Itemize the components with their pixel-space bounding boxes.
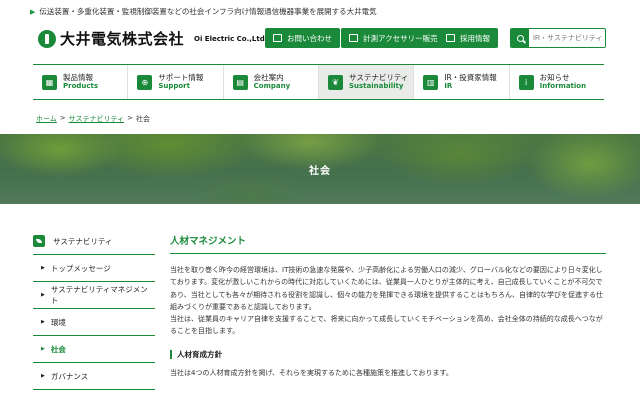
search-icon bbox=[516, 34, 524, 42]
cart-icon bbox=[349, 34, 358, 42]
contact-button[interactable]: お問い合わせ bbox=[265, 28, 340, 48]
nav-item-sustainability[interactable]: ❦ サステナビリティ Sustainability bbox=[318, 65, 415, 99]
sidebar-item-label: ガバナンス bbox=[50, 371, 89, 381]
logo-name-en: Oi Electric Co.,Ltd. bbox=[194, 34, 268, 43]
nav-item-company[interactable]: ▤ 会社案内 Company bbox=[224, 65, 319, 99]
breadcrumb-separator: > bbox=[127, 114, 133, 122]
recruit-button[interactable]: 採用情報 bbox=[438, 28, 498, 48]
body-paragraph: 当社は4つの人材育成方針を掲げ、それらを実現するために各種施策を推進しております… bbox=[170, 369, 453, 378]
triangle-right-icon: ▶ bbox=[41, 373, 45, 379]
nav-label-en: IR bbox=[444, 82, 453, 91]
sidebar-menu: ▶ トップメッセージ ▶ サステナビリティマネジメント ▶ 環境 ▶ 社会 ▶ … bbox=[33, 254, 155, 390]
nav-item-products[interactable]: ▦ 製品情報 Products bbox=[33, 65, 129, 99]
support-icon: ⊕ bbox=[137, 74, 153, 90]
sidebar-item-label: トップメッセージ bbox=[50, 263, 111, 273]
hero-banner: 社会 bbox=[0, 134, 640, 204]
search-button[interactable] bbox=[511, 29, 529, 47]
sidebar-heading-label: サステナビリティ bbox=[53, 236, 113, 246]
site-search bbox=[510, 28, 606, 48]
grid-icon: ▦ bbox=[42, 74, 57, 90]
nav-label-en: Support bbox=[158, 82, 190, 91]
triangle-right-icon: ▶ bbox=[41, 292, 45, 298]
sidebar-item-label: 環境 bbox=[50, 317, 66, 327]
nav-label-en: Information bbox=[539, 82, 587, 91]
breadcrumb-home-link[interactable]: ホーム bbox=[36, 114, 57, 124]
arrow-icon: ▶ bbox=[30, 7, 36, 16]
building-icon: ▤ bbox=[232, 74, 248, 90]
nav-label-en: Products bbox=[63, 82, 99, 91]
sidebar-item-sustainability-management[interactable]: ▶ サステナビリティマネジメント bbox=[33, 282, 155, 309]
sidebar-item-society[interactable]: ▶ 社会 bbox=[33, 336, 155, 363]
accessory-shop-button-label: 計測アクセサリー販売 bbox=[363, 33, 438, 43]
sidebar-heading[interactable]: サステナビリティ bbox=[33, 232, 155, 250]
triangle-right-icon: ▶ bbox=[41, 319, 45, 325]
nav-label-ja: 製品情報 bbox=[63, 72, 93, 82]
sidebar-item-label: サステナビリティマネジメント bbox=[50, 285, 148, 305]
people-icon bbox=[446, 34, 455, 42]
sidebar-item-top-message[interactable]: ▶ トップメッセージ bbox=[33, 255, 155, 282]
page-title: 社会 bbox=[309, 166, 331, 177]
logo-name-ja: 大井電気株式会社 bbox=[60, 30, 185, 48]
nav-item-support[interactable]: ⊕ サポート情報 Support bbox=[128, 65, 224, 99]
nav-label-ja: 会社案内 bbox=[253, 72, 284, 82]
nav-label-ja: お知らせ bbox=[539, 72, 570, 82]
search-input[interactable] bbox=[529, 29, 605, 47]
company-logo[interactable]: 大井電気株式会社 Oi Electric Co.,Ltd. bbox=[38, 28, 267, 49]
breadcrumb-sustainability-link[interactable]: サステナビリティ bbox=[69, 114, 124, 124]
main-content: 人材マネジメント 当社を取り巻く昨今の経営環境は、IT技術の急速な発展や、少子高… bbox=[170, 233, 606, 380]
nav-label-ja: サステナビリティ bbox=[348, 72, 409, 82]
nav-label-ja: サポート情報 bbox=[158, 72, 204, 82]
main-nav: ▦ 製品情報 Products ⊕ サポート情報 Support ▤ 会社案内 Com… bbox=[33, 64, 604, 100]
site-tagline: ▶ 伝送装置・多重化装置・監視制御装置などの社会インフラ向け情報通信機器事業を展… bbox=[30, 6, 377, 17]
nav-label-en: Company bbox=[253, 82, 291, 91]
accessory-shop-button[interactable]: 計測アクセサリー販売 bbox=[341, 28, 446, 48]
triangle-right-icon: ▶ bbox=[41, 265, 45, 271]
nav-item-information[interactable]: i お知らせ Information bbox=[510, 65, 604, 99]
breadcrumb-separator: > bbox=[59, 114, 66, 122]
nav-label-ja: IR・投資家情報 bbox=[444, 72, 497, 82]
leaf-icon: ❦ bbox=[327, 74, 343, 90]
document-icon: ▥ bbox=[423, 74, 439, 90]
body-paragraph: 当社は、従業員のキャリア自律を支援することで、将来に向かって成長していくモチベー… bbox=[170, 315, 603, 336]
breadcrumb-current: 社会 bbox=[136, 115, 150, 123]
logo-mark-icon bbox=[38, 29, 56, 48]
mail-icon bbox=[273, 34, 282, 42]
nav-item-ir[interactable]: ▥ IR・投資家情報 IR bbox=[414, 65, 510, 99]
nav-label-en: Sustainability bbox=[348, 82, 404, 91]
triangle-right-icon: ▶ bbox=[41, 346, 45, 352]
info-icon: i bbox=[518, 74, 534, 90]
breadcrumb: ホーム > サステナビリティ > 社会 bbox=[36, 114, 150, 124]
leaf-icon bbox=[33, 235, 45, 247]
sidebar-item-governance[interactable]: ▶ ガバナンス bbox=[33, 363, 155, 390]
contact-button-label: お問い合わせ bbox=[287, 33, 332, 43]
section-title: 人材マネジメント bbox=[170, 233, 606, 254]
sidebar-item-label: 社会 bbox=[50, 344, 66, 354]
body-paragraph: 当社を取り巻く昨今の経営環境は、IT技術の急速な発展や、少子高齢化による労働人口… bbox=[170, 266, 604, 311]
subsection-title: 人材育成方針 bbox=[170, 349, 606, 360]
sidebar-item-environment[interactable]: ▶ 環境 bbox=[33, 309, 155, 336]
recruit-button-label: 採用情報 bbox=[460, 33, 490, 43]
tagline-text: 伝送装置・多重化装置・監視制御装置などの社会インフラ向け情報通信機器事業を展開す… bbox=[39, 7, 377, 16]
